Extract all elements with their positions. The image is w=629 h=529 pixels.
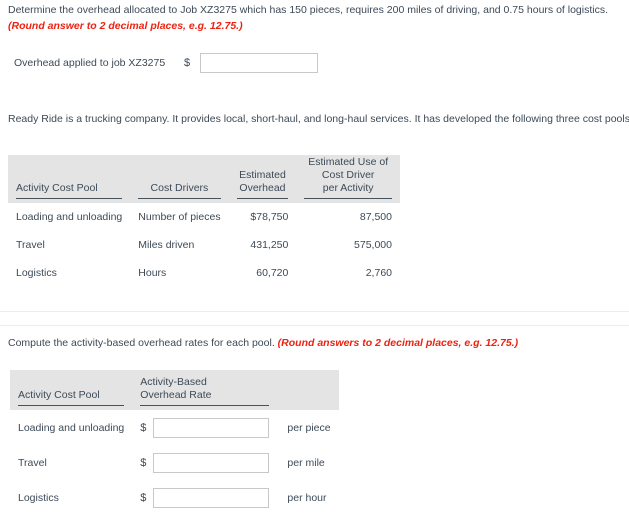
- dollar-sign: $: [140, 421, 147, 434]
- header-line: Activity Cost Pool: [16, 182, 98, 194]
- cell-estimated-use: 2,760: [365, 267, 392, 279]
- question2-text: Compute the activity-based overhead rate…: [8, 337, 275, 349]
- cell-cost-driver: Number of pieces: [138, 211, 221, 223]
- table-row: Travel $ per mile: [10, 445, 339, 480]
- cell-estimated-overhead: $78,750: [250, 211, 289, 223]
- cell-unit: per mile: [277, 445, 338, 480]
- dollar-sign: $: [140, 491, 147, 504]
- table-row: Logistics $ per hour: [10, 480, 339, 515]
- cell-estimated-use: 575,000: [354, 239, 392, 251]
- unit-label: per mile: [287, 456, 325, 469]
- header-line: Cost Drivers: [150, 182, 209, 194]
- intro-paragraph: Ready Ride is a trucking company. It pro…: [8, 112, 629, 127]
- overhead-applied-label: Overhead applied to job XZ3275: [14, 57, 166, 69]
- header-estimated-overhead: Estimated Overhead: [228, 155, 297, 203]
- overhead-applied-input[interactable]: [200, 53, 319, 73]
- cell-activity-cost-pool: Travel: [16, 239, 45, 251]
- cell-rate-input: $: [132, 480, 277, 515]
- table-row: Travel Miles driven 431,250 575,000: [8, 231, 400, 259]
- cell-estimated-overhead: 431,250: [250, 239, 289, 251]
- dollar-sign: $: [184, 57, 191, 69]
- question1-note: (Round answer to 2 decimal places, e.g. …: [8, 19, 243, 34]
- header-line: Overhead Rate: [140, 389, 212, 401]
- header-line: Estimated: [239, 169, 286, 181]
- unit-label: per hour: [287, 491, 327, 504]
- table-header-row: Activity Cost Pool Activity-Based Overhe…: [10, 370, 339, 410]
- header-line: Cost Driver: [321, 169, 375, 181]
- table-row: Loading and unloading $ per piece: [10, 410, 339, 445]
- table-row: Logistics Hours 60,720 2,760: [8, 259, 400, 287]
- question2-prompt: Compute the activity-based overhead rate…: [8, 336, 518, 351]
- cell-activity-cost-pool: Loading and unloading: [18, 421, 125, 434]
- rounding-note: (Round answer to 2 decimal places, e.g. …: [8, 20, 243, 32]
- cell-activity-cost-pool: Logistics: [18, 491, 59, 504]
- cell-cost-driver: Hours: [138, 267, 167, 279]
- unit-label: per piece: [287, 421, 331, 434]
- question1-prompt: Determine the overhead allocated to Job …: [8, 3, 608, 18]
- header-spacer: [277, 370, 339, 410]
- header-line: Estimated Use of: [308, 156, 389, 168]
- header-estimated-use: Estimated Use of Cost Driver per Activit…: [296, 155, 400, 203]
- cell-estimated-overhead: 60,720: [256, 267, 289, 279]
- rate-input-travel[interactable]: [153, 452, 270, 473]
- activity-rate-table: Activity Cost Pool Activity-Based Overhe…: [10, 370, 339, 515]
- header-line: Overhead: [239, 182, 286, 194]
- rate-input-loading-and-unloading[interactable]: [153, 417, 270, 438]
- section-divider: [0, 311, 629, 312]
- dollar-sign: $: [140, 456, 147, 469]
- cell-estimated-use: 87,500: [359, 211, 392, 223]
- header-line: per Activity: [322, 182, 374, 194]
- cell-rate-input: $: [132, 445, 277, 480]
- header-line: Activity Cost Pool: [18, 389, 100, 401]
- cell-unit: per piece: [277, 410, 338, 445]
- cell-cost-driver: Miles driven: [138, 239, 195, 251]
- cell-activity-cost-pool: Travel: [18, 456, 47, 469]
- rate-input-logistics[interactable]: [153, 487, 270, 508]
- header-activity-cost-pool: Activity Cost Pool: [10, 370, 133, 410]
- table-row: Loading and unloading Number of pieces $…: [8, 203, 400, 231]
- section-divider: [0, 325, 629, 326]
- overhead-applied-row: Overhead applied to job XZ3275 $: [14, 53, 319, 73]
- header-line: Activity-Based: [140, 376, 207, 388]
- cell-unit: per hour: [277, 480, 338, 515]
- cell-rate-input: $: [132, 410, 277, 445]
- header-activity-cost-pool: Activity Cost Pool: [8, 155, 131, 203]
- table-header-row: Activity Cost Pool Cost Drivers Estimate…: [8, 155, 400, 203]
- cell-activity-cost-pool: Loading and unloading: [16, 211, 123, 223]
- question1-text: Determine the overhead allocated to Job …: [8, 4, 609, 16]
- header-activity-based-overhead-rate: Activity-Based Overhead Rate: [132, 370, 278, 410]
- intro-text: Ready Ride is a trucking company. It pro…: [8, 113, 629, 125]
- cell-activity-cost-pool: Logistics: [16, 267, 57, 279]
- cost-pool-table: Activity Cost Pool Cost Drivers Estimate…: [8, 155, 400, 287]
- header-cost-drivers: Cost Drivers: [130, 155, 229, 203]
- exercise-page: Determine the overhead allocated to Job …: [0, 0, 629, 529]
- rounding-note: (Round answers to 2 decimal places, e.g.…: [277, 337, 519, 349]
